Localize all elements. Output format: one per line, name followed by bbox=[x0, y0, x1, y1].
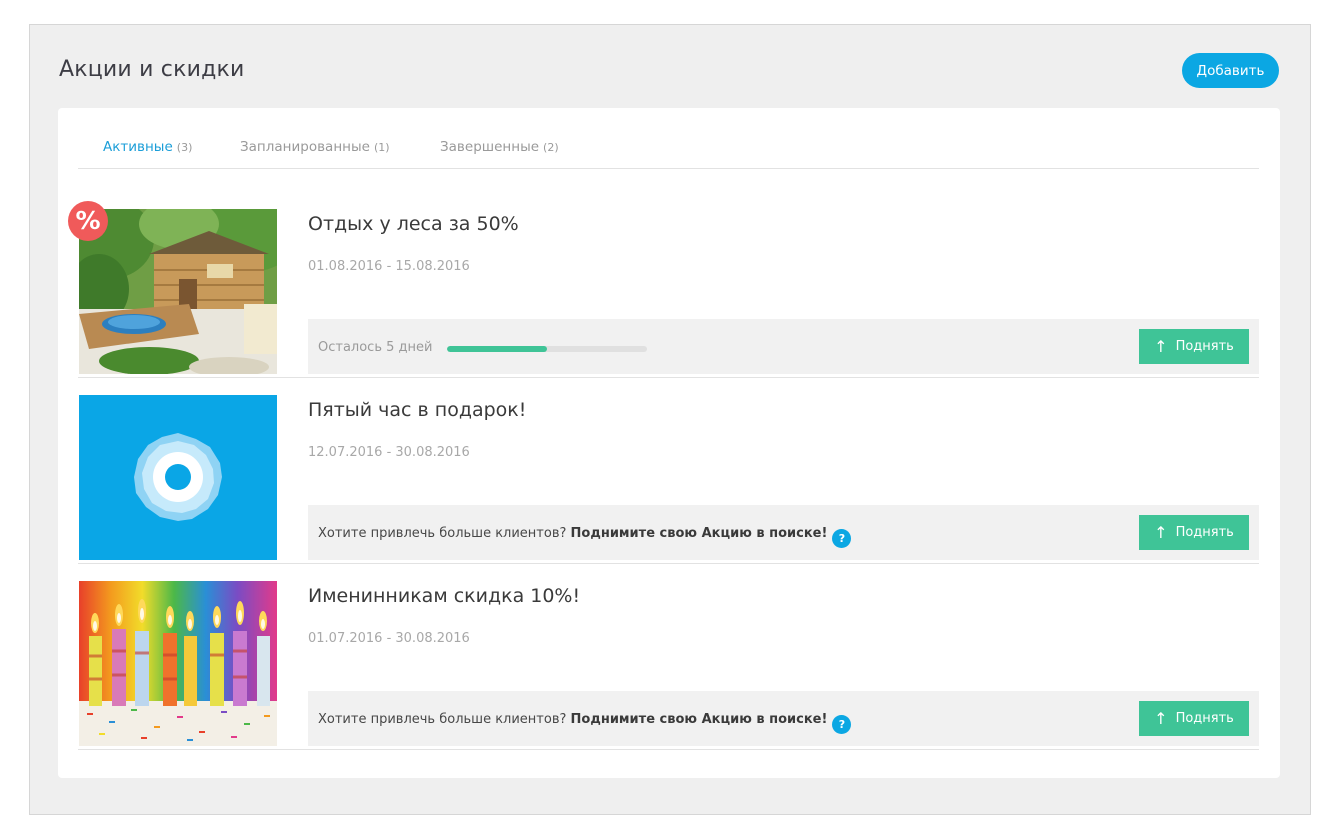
promotion-dates: 12.07.2016 - 30.08.2016 bbox=[308, 445, 470, 460]
promotion-item: Именинникам скидка 10%! 01.07.2016 - 30.… bbox=[78, 563, 1259, 750]
promotions-panel: Акции и скидки Добавить Активные (3) Запл… bbox=[29, 24, 1311, 815]
tab-count: (1) bbox=[373, 141, 390, 154]
promotion-title[interactable]: Именинникам скидка 10%! bbox=[308, 585, 580, 607]
tab-scheduled[interactable]: Запланированные (1) bbox=[240, 139, 390, 155]
birthday-candles-image bbox=[79, 581, 277, 746]
raise-label: Поднять bbox=[1175, 339, 1234, 354]
arrow-up-icon: ↑ bbox=[1154, 522, 1168, 542]
promotions-card: Активные (3) Запланированные (1) Завершенн… bbox=[58, 108, 1280, 778]
promotion-title[interactable]: Пятый час в подарок! bbox=[308, 399, 526, 421]
promotion-action-bar: Осталось 5 дней ↑ Поднять bbox=[308, 319, 1259, 374]
promotion-image[interactable] bbox=[79, 581, 277, 746]
tab-label: Завершенные bbox=[440, 139, 540, 155]
arrow-up-icon: ↑ bbox=[1154, 336, 1168, 356]
days-remaining: Осталось 5 дней bbox=[318, 340, 433, 355]
promotion-item: Пятый час в подарок! 12.07.2016 - 30.08.… bbox=[78, 377, 1259, 564]
promotion-dates: 01.08.2016 - 15.08.2016 bbox=[308, 259, 470, 274]
help-icon[interactable]: ? bbox=[832, 715, 852, 734]
raise-label: Поднять bbox=[1175, 711, 1234, 726]
time-progress-bar bbox=[447, 346, 647, 352]
tab-label: Запланированные bbox=[240, 139, 370, 155]
placeholder-logo-image bbox=[79, 395, 277, 560]
promote-hint-text: Хотите привлечь больше клиентов? bbox=[318, 712, 567, 727]
page-title: Акции и скидки bbox=[59, 57, 245, 82]
tab-count: (3) bbox=[176, 141, 193, 154]
promotion-action-bar: Хотите привлечь больше клиентов? Подними… bbox=[308, 691, 1259, 746]
raise-button[interactable]: ↑ Поднять bbox=[1139, 329, 1249, 364]
promotion-item: % Отдых у леса за 50% 01.08.2016 - 15.08… bbox=[68, 191, 1259, 378]
tab-finished[interactable]: Завершенные (2) bbox=[440, 139, 559, 155]
promote-hint-text: Хотите привлечь больше клиентов? bbox=[318, 526, 567, 541]
promote-hint: Хотите привлечь больше клиентов? Подними… bbox=[318, 712, 852, 734]
sauna-image bbox=[79, 209, 277, 374]
tab-bar: Активные (3) Запланированные (1) Завершенн… bbox=[78, 108, 1259, 169]
promote-hint: Хотите привлечь больше клиентов? Подними… bbox=[318, 526, 852, 548]
promotion-dates: 01.07.2016 - 30.08.2016 bbox=[308, 631, 470, 646]
add-promotion-button[interactable]: Добавить bbox=[1182, 53, 1279, 88]
promotion-action-bar: Хотите привлечь больше клиентов? Подними… bbox=[308, 505, 1259, 560]
discount-badge-icon: % bbox=[68, 201, 108, 241]
promotion-title[interactable]: Отдых у леса за 50% bbox=[308, 213, 519, 235]
promote-hint-bold: Поднимите свою Акцию в поиске! bbox=[570, 526, 828, 541]
promotion-image[interactable] bbox=[79, 395, 277, 560]
progress-fill bbox=[447, 346, 547, 352]
promotion-image[interactable] bbox=[79, 209, 277, 374]
tab-count: (2) bbox=[543, 141, 559, 154]
raise-label: Поднять bbox=[1175, 525, 1234, 540]
tab-label: Активные bbox=[103, 139, 173, 155]
arrow-up-icon: ↑ bbox=[1154, 708, 1168, 728]
promote-hint-bold: Поднимите свою Акцию в поиске! bbox=[570, 712, 828, 727]
help-icon[interactable]: ? bbox=[832, 529, 852, 548]
raise-button[interactable]: ↑ Поднять bbox=[1139, 515, 1249, 550]
raise-button[interactable]: ↑ Поднять bbox=[1139, 701, 1249, 736]
tab-active[interactable]: Активные (3) bbox=[103, 139, 192, 155]
